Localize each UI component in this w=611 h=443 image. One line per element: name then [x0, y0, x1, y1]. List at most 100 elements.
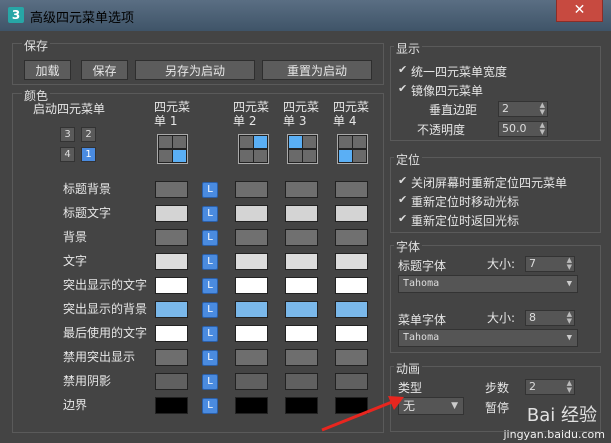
color-row-label: 标题背景	[63, 182, 112, 196]
lock-color-button[interactable]: L	[202, 182, 218, 198]
watermark-logo-icon: Bai 经验	[526, 405, 597, 426]
color-swatch[interactable]	[285, 373, 318, 390]
quad-4-icon	[337, 134, 368, 164]
color-swatch[interactable]	[335, 301, 368, 318]
reposition-offscreen-checkbox[interactable]: ✔	[398, 174, 407, 187]
color-swatch[interactable]	[235, 229, 268, 246]
lock-color-button[interactable]: L	[202, 278, 218, 294]
lock-color-button[interactable]: L	[202, 398, 218, 414]
dialog-window: 3 高级四元菜单选项 ✕ 保存 加载 保存 另存为启动 重置为启动 颜色 启动四…	[0, 0, 611, 443]
unify-width-checkbox[interactable]: ✔	[398, 63, 407, 76]
color-swatch[interactable]	[335, 205, 368, 222]
save-button[interactable]: 保存	[81, 60, 128, 80]
color-row-label: 标题文字	[63, 206, 112, 220]
color-swatch[interactable]	[285, 277, 318, 294]
display-group-title: 显示	[394, 40, 423, 57]
color-row-label: 禁用突出显示	[63, 350, 136, 364]
return-cursor-label: 重新定位时返回光标	[411, 214, 520, 228]
quad-select-3[interactable]: 3	[60, 127, 75, 142]
color-swatch[interactable]	[155, 373, 188, 390]
color-swatch[interactable]	[335, 181, 368, 198]
quad-1-icon	[157, 134, 188, 164]
animation-steps-label: 步数	[485, 381, 510, 395]
color-swatch[interactable]	[285, 181, 318, 198]
animation-steps-spinner[interactable]: 2 ▲ ▼	[525, 379, 575, 395]
color-swatch[interactable]	[155, 277, 188, 294]
color-row-label: 边界	[63, 398, 88, 412]
quad-select-4[interactable]: 4	[60, 147, 75, 162]
quad-header-1: 四元菜 单 1	[154, 100, 191, 128]
vertical-margin-spinner[interactable]: 2 ▲ ▼	[498, 101, 548, 117]
color-swatch[interactable]	[285, 229, 318, 246]
lock-color-button[interactable]: L	[202, 254, 218, 270]
color-row-label: 文字	[63, 254, 88, 268]
lock-color-button[interactable]: L	[202, 326, 218, 342]
color-swatch[interactable]	[155, 205, 188, 222]
color-swatch[interactable]	[155, 253, 188, 270]
lock-color-button[interactable]: L	[202, 374, 218, 390]
lock-color-button[interactable]: L	[202, 350, 218, 366]
color-swatch[interactable]	[155, 301, 188, 318]
move-cursor-checkbox[interactable]: ✔	[398, 193, 407, 206]
color-swatch[interactable]	[235, 349, 268, 366]
annotation-arrow-icon	[321, 396, 404, 432]
color-swatch[interactable]	[155, 397, 188, 414]
color-swatch[interactable]	[285, 325, 318, 342]
window-title: 高级四元菜单选项	[30, 11, 135, 26]
quad-2-icon	[238, 134, 269, 164]
color-swatch[interactable]	[335, 229, 368, 246]
color-swatch[interactable]	[155, 181, 188, 198]
lock-color-button[interactable]: L	[202, 206, 218, 222]
animation-group-title: 动画	[394, 360, 423, 377]
color-swatch[interactable]	[335, 253, 368, 270]
return-cursor-checkbox[interactable]: ✔	[398, 212, 407, 225]
move-cursor-label: 重新定位时移动光标	[411, 195, 520, 209]
mirror-checkbox[interactable]: ✔	[398, 82, 407, 95]
color-swatch[interactable]	[235, 301, 268, 318]
color-swatch[interactable]	[235, 325, 268, 342]
save-as-startup-button[interactable]: 另存为启动	[135, 60, 255, 80]
unify-width-label: 统一四元菜单宽度	[411, 65, 508, 79]
reset-to-startup-button[interactable]: 重置为启动	[262, 60, 372, 80]
vertical-margin-label: 垂直边距	[429, 103, 478, 117]
color-swatch[interactable]	[235, 253, 268, 270]
color-swatch[interactable]	[335, 349, 368, 366]
lock-color-button[interactable]: L	[202, 230, 218, 246]
color-swatch[interactable]	[285, 205, 318, 222]
color-row-label: 突出显示的背景	[63, 302, 148, 316]
menu-size-spinner[interactable]: 8 ▲ ▼	[525, 310, 575, 326]
color-swatch[interactable]	[285, 253, 318, 270]
color-swatch[interactable]	[285, 349, 318, 366]
opacity-spinner[interactable]: 50.0 ▲ ▼	[498, 121, 548, 137]
quad-3-icon	[287, 134, 318, 164]
color-swatch[interactable]	[155, 349, 188, 366]
quad-select-2[interactable]: 2	[81, 127, 96, 142]
color-swatch[interactable]	[335, 325, 368, 342]
title-size-spinner[interactable]: 7 ▲ ▼	[525, 256, 575, 272]
menu-font-label: 菜单字体	[398, 313, 447, 327]
title-font-label: 标题字体	[398, 259, 447, 273]
color-swatch[interactable]	[235, 181, 268, 198]
color-swatch[interactable]	[155, 325, 188, 342]
color-swatch[interactable]	[235, 205, 268, 222]
color-row-label: 背景	[63, 230, 88, 244]
lock-color-button[interactable]: L	[202, 302, 218, 318]
color-swatch[interactable]	[235, 373, 268, 390]
title-font-dropdown[interactable]: Tahoma ▼	[398, 275, 578, 293]
menu-size-label: 大小:	[487, 311, 516, 325]
color-swatch[interactable]	[285, 397, 318, 414]
menu-font-dropdown[interactable]: Tahoma ▼	[398, 329, 578, 347]
color-swatch[interactable]	[155, 229, 188, 246]
font-group-title: 字体	[394, 238, 423, 255]
color-swatch[interactable]	[235, 397, 268, 414]
color-row-label: 突出显示的文字	[63, 278, 148, 292]
color-row-label: 禁用阴影	[63, 374, 112, 388]
reposition-offscreen-label: 关闭屏幕时重新定位四元菜单	[411, 176, 568, 190]
quad-select-1[interactable]: 1	[81, 147, 96, 162]
color-swatch[interactable]	[335, 277, 368, 294]
title-bar[interactable]: 3 高级四元菜单选项 ✕	[0, 0, 611, 31]
color-swatch[interactable]	[285, 301, 318, 318]
color-swatch[interactable]	[235, 277, 268, 294]
close-button[interactable]: ✕	[556, 0, 603, 22]
load-button[interactable]: 加载	[24, 60, 71, 80]
